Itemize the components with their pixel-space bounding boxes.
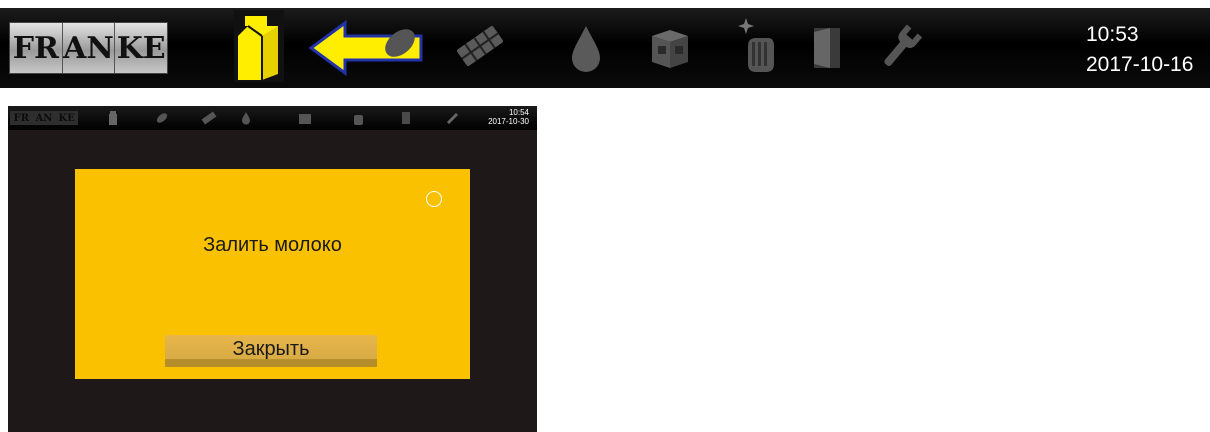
door-icon[interactable] [401,111,411,125]
milk-carton-icon[interactable] [234,10,284,82]
cup-box-icon[interactable] [648,24,692,72]
refill-milk-dialog: Залить молоко Закрыть [75,169,470,379]
wrench-icon[interactable] [445,110,461,126]
date-display: 2017-10-30 [488,117,529,126]
cleaning-hand-icon[interactable] [736,12,780,76]
logo-segment: KE [55,111,79,125]
machine-screen: FR AN KE 10:54 2017-10-30 Залить молоко … [8,106,537,432]
coffee-bean-icon[interactable] [380,22,420,64]
dialog-message: Залить молоко [203,234,342,256]
logo-segment: FR [10,111,33,125]
milk-carton-icon[interactable] [108,110,118,126]
logo-segment: FR [10,23,63,73]
clock-small: 10:54 2017-10-30 [488,108,529,126]
logo-segment: AN [62,23,116,73]
chocolate-tablet-icon[interactable] [450,22,510,70]
coffee-bean-icon[interactable] [155,111,169,125]
date-display: 2017-10-16 [1086,53,1194,76]
top-nav-bar: FR AN KE 10:53 2017-10-16 [0,8,1210,88]
time-display: 10:54 [508,108,529,117]
water-drop-icon[interactable] [568,24,604,74]
mini-nav-bar: FR AN KE 10:54 2017-10-30 [8,106,537,130]
franke-logo: FR AN KE [9,22,168,74]
time-display: 10:53 [1086,23,1139,46]
close-button[interactable]: Закрыть [165,335,377,367]
wrench-icon[interactable] [878,22,924,72]
water-drop-icon[interactable] [241,111,251,125]
chocolate-tablet-icon[interactable] [200,111,218,125]
cup-box-icon[interactable] [298,111,312,125]
cleaning-hand-icon[interactable] [351,110,365,126]
logo-segment: AN [32,111,56,125]
clock: 10:53 2017-10-16 [1086,20,1193,80]
door-icon[interactable] [810,24,844,72]
status-circle-icon [426,191,442,207]
logo-segment: KE [115,23,168,73]
franke-logo-small: FR AN KE [10,111,79,125]
